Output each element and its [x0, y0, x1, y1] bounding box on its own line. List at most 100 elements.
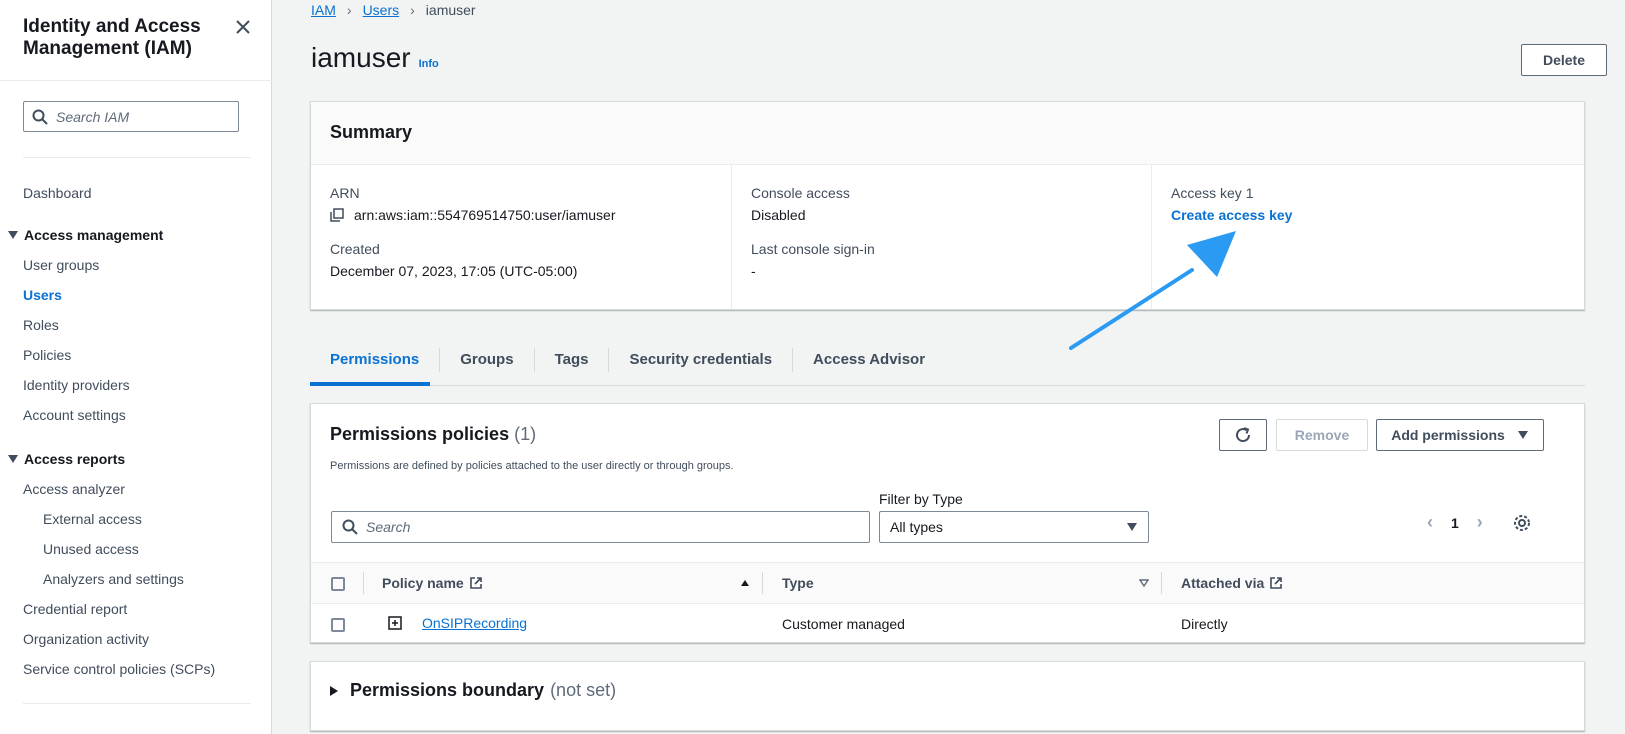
sidebar-item-analyzers-settings[interactable]: Analyzers and settings	[43, 571, 184, 587]
tab-permissions[interactable]: Permissions	[310, 348, 441, 372]
policies-table: Policy name Type Attached via OnSIPRecor…	[311, 562, 1584, 644]
page-title: iamuser Info	[311, 42, 439, 74]
external-link-icon	[469, 577, 482, 589]
select-all-cell	[311, 562, 363, 604]
col-policy-name[interactable]: Policy name	[363, 562, 763, 604]
summary-col-console: Console access Disabled Last console sig…	[731, 165, 1151, 309]
external-link-icon	[1270, 577, 1283, 589]
permissions-description: Permissions are defined by policies atta…	[330, 460, 734, 472]
policy-name-link[interactable]: OnSIPRecording	[422, 615, 527, 631]
sidebar: Identity and Access Management (IAM) Sea…	[0, 0, 272, 734]
add-permissions-label: Add permissions	[1391, 427, 1505, 443]
search-placeholder: Search	[366, 519, 411, 535]
sidebar-item-external-access[interactable]: External access	[43, 511, 142, 527]
search-placeholder: Search IAM	[56, 108, 130, 125]
permissions-policies-panel: Permissions policies (1) Permissions are…	[310, 403, 1585, 643]
active-tab-indicator	[310, 382, 430, 386]
policy-search-input[interactable]: Search	[331, 511, 870, 543]
boundary-title: Permissions boundary	[350, 680, 545, 700]
sort-icon[interactable]	[1139, 579, 1149, 587]
sort-ascending-icon[interactable]	[740, 579, 750, 587]
arn-text: arn:aws:iam::554769514750:user/iamuser	[354, 207, 616, 223]
sidebar-section-access-reports[interactable]: Access reports	[8, 451, 125, 467]
summary-col-access-key: Access key 1 Create access key	[1151, 165, 1584, 309]
sidebar-item-users[interactable]: Users	[23, 287, 62, 303]
gear-icon[interactable]	[1513, 514, 1531, 532]
sidebar-item-user-groups[interactable]: User groups	[23, 257, 99, 273]
sidebar-item-dashboard[interactable]: Dashboard	[23, 185, 92, 201]
search-icon	[342, 519, 358, 535]
filter-type-select[interactable]: All types	[879, 511, 1149, 543]
section-label: Access reports	[24, 451, 126, 467]
main-content: IAM › Users › iamuser iamuser Info Delet…	[273, 0, 1625, 734]
prev-page-icon[interactable]: ‹	[1427, 512, 1433, 533]
created-value: December 07, 2023, 17:05 (UTC-05:00)	[330, 263, 578, 279]
breadcrumb-users[interactable]: Users	[363, 2, 400, 18]
select-all-checkbox[interactable]	[331, 577, 345, 592]
policy-name-cell: OnSIPRecording	[363, 604, 763, 644]
col-attached-via-label: Attached via	[1181, 575, 1265, 591]
create-access-key-link[interactable]: Create access key	[1171, 207, 1292, 223]
table-header-row: Policy name Type Attached via	[311, 562, 1584, 604]
console-access-label: Console access	[751, 185, 850, 201]
breadcrumb-iam[interactable]: IAM	[311, 2, 336, 18]
sidebar-section-access-management[interactable]: Access management	[8, 227, 163, 243]
filter-type-value: All types	[890, 519, 943, 535]
permissions-title: Permissions policies (1)	[330, 424, 536, 445]
sidebar-item-account-settings[interactable]: Account settings	[23, 407, 126, 423]
col-policy-name-label: Policy name	[382, 575, 464, 591]
next-page-icon[interactable]: ›	[1477, 512, 1483, 533]
col-type[interactable]: Type	[763, 562, 1162, 604]
chevron-right-icon: ›	[346, 2, 352, 18]
tab-groups[interactable]: Groups	[440, 348, 535, 372]
refresh-button[interactable]	[1219, 419, 1267, 451]
sidebar-search-input[interactable]: Search IAM	[23, 101, 239, 132]
sidebar-item-policies[interactable]: Policies	[23, 347, 71, 363]
breadcrumb: IAM › Users › iamuser	[311, 2, 476, 18]
boundary-status: (not set)	[550, 680, 617, 700]
summary-col-arn: ARN arn:aws:iam::554769514750:user/iamus…	[311, 165, 731, 309]
caret-down-icon	[1517, 431, 1528, 439]
sidebar-item-scps[interactable]: Service control policies (SCPs)	[23, 661, 215, 677]
delete-button[interactable]: Delete	[1521, 44, 1607, 76]
last-signin-label: Last console sign-in	[751, 241, 875, 257]
permissions-boundary-panel[interactable]: Permissions boundary (not set)	[310, 661, 1585, 731]
filter-by-type-label: Filter by Type	[879, 491, 963, 507]
add-permissions-button[interactable]: Add permissions	[1376, 419, 1544, 451]
caret-down-icon	[8, 455, 18, 463]
pagination: ‹ 1 ›	[1427, 512, 1531, 533]
summary-title: Summary	[311, 102, 1584, 165]
sidebar-item-roles[interactable]: Roles	[23, 317, 59, 333]
sidebar-item-organization-activity[interactable]: Organization activity	[23, 631, 149, 647]
info-link[interactable]: Info	[419, 58, 439, 70]
sidebar-item-unused-access[interactable]: Unused access	[43, 541, 139, 557]
caret-down-icon	[8, 231, 18, 239]
remove-button[interactable]: Remove	[1276, 419, 1368, 451]
caret-right-icon	[330, 685, 338, 696]
tab-access-advisor[interactable]: Access Advisor	[793, 348, 945, 372]
col-type-label: Type	[782, 575, 814, 591]
tab-tags[interactable]: Tags	[535, 348, 610, 372]
sidebar-item-credential-report[interactable]: Credential report	[23, 601, 127, 617]
col-attached-via[interactable]: Attached via	[1162, 562, 1584, 604]
console-access-value: Disabled	[751, 207, 806, 223]
row-checkbox-cell	[311, 604, 363, 644]
chevron-right-icon: ›	[410, 2, 415, 18]
caret-down-icon	[1127, 523, 1137, 531]
close-icon[interactable]	[233, 17, 253, 37]
divider	[0, 80, 272, 81]
tab-security-credentials[interactable]: Security credentials	[609, 348, 794, 372]
access-key-label: Access key 1	[1171, 185, 1254, 201]
page-number[interactable]: 1	[1451, 515, 1459, 531]
permissions-boundary-header[interactable]: Permissions boundary (not set)	[330, 680, 616, 701]
permissions-title-text: Permissions policies	[330, 424, 510, 444]
copy-icon[interactable]	[330, 208, 344, 222]
sidebar-title: Identity and Access Management (IAM)	[23, 16, 201, 59]
arn-label: ARN	[330, 185, 360, 201]
permissions-count: (1)	[514, 424, 537, 444]
sidebar-item-access-analyzer[interactable]: Access analyzer	[23, 481, 125, 497]
expand-icon[interactable]	[388, 616, 402, 630]
row-checkbox[interactable]	[331, 617, 345, 632]
refresh-icon	[1236, 427, 1251, 443]
sidebar-item-identity-providers[interactable]: Identity providers	[23, 377, 130, 393]
